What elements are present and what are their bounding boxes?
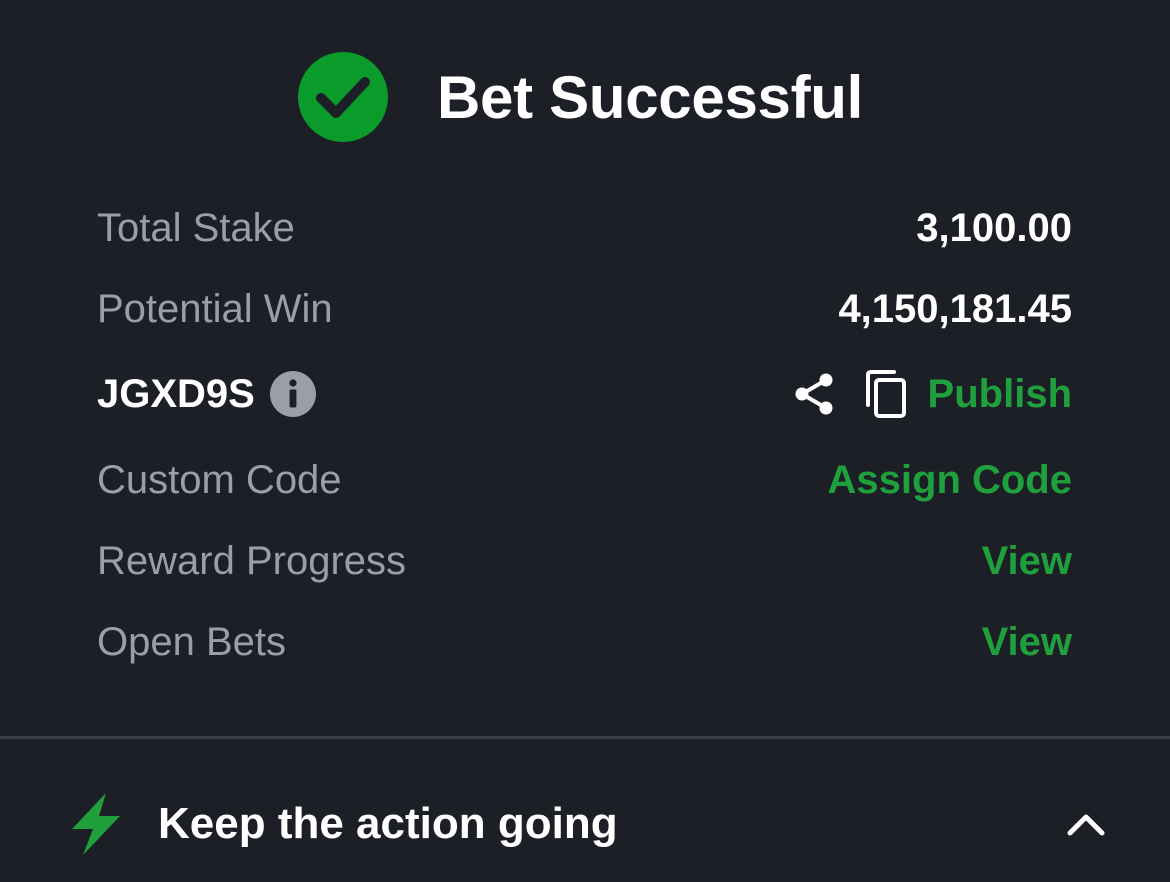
check-circle-icon (298, 52, 389, 142)
total-stake-value: 3,100.00 (916, 205, 1072, 250)
info-icon[interactable] (269, 370, 317, 418)
reward-progress-label: Reward Progress (97, 538, 407, 583)
keep-action-going-title: Keep the action going (158, 799, 618, 848)
custom-code-row: Custom Code Assign Code (97, 450, 1072, 510)
bet-success-panel: Bet Successful Total Stake 3,100.00 Pote… (0, 0, 1170, 882)
page-title: Bet Successful (437, 63, 863, 131)
chevron-up-icon[interactable] (1066, 811, 1106, 837)
total-stake-row: Total Stake 3,100.00 (97, 198, 1072, 258)
potential-win-label: Potential Win (97, 286, 333, 331)
lightning-bolt-icon (72, 793, 120, 855)
publish-link[interactable]: Publish (928, 372, 1072, 417)
reward-progress-row: Reward Progress View (97, 531, 1072, 591)
total-stake-label: Total Stake (97, 205, 295, 250)
open-bets-view-link[interactable]: View (982, 620, 1072, 665)
keep-action-going-section[interactable]: Keep the action going (68, 788, 1108, 860)
share-icon[interactable] (792, 371, 836, 417)
booking-code: JGXD9S (97, 370, 317, 418)
code-actions: Publish (792, 369, 1072, 419)
potential-win-row: Potential Win 4,150,181.45 (97, 279, 1072, 339)
booking-code-text: JGXD9S (97, 371, 255, 416)
assign-code-link[interactable]: Assign Code (828, 458, 1072, 503)
open-bets-row: Open Bets View (97, 612, 1072, 672)
section-divider (0, 736, 1170, 739)
copy-icon[interactable] (864, 369, 908, 419)
booking-code-row: JGXD9S Publish (97, 364, 1072, 424)
reward-progress-view-link[interactable]: View (982, 539, 1072, 584)
custom-code-label: Custom Code (97, 457, 342, 502)
open-bets-label: Open Bets (97, 619, 287, 664)
header: Bet Successful (0, 50, 1170, 144)
potential-win-value: 4,150,181.45 (838, 286, 1072, 331)
